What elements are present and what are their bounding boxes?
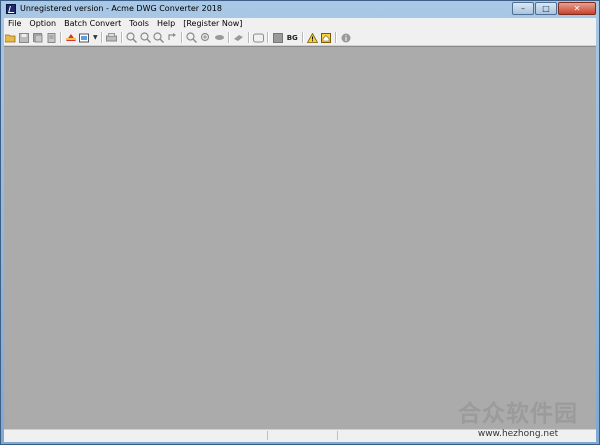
toolbar-separator [120,32,123,43]
status-pane [267,431,338,440]
window-title: Unregistered version - Acme DWG Converte… [20,4,222,13]
menu-tools[interactable]: Tools [125,18,153,30]
zoom-extents-icon[interactable] [186,32,198,44]
pan-icon[interactable] [200,32,212,44]
menu-help[interactable]: Help [153,18,179,30]
drawing-canvas[interactable] [4,46,596,429]
toolbar-separator [334,32,337,43]
open-folder-icon[interactable] [5,32,17,44]
toolbar-separator [60,32,63,43]
toolbar-separator [247,32,250,43]
zoom-previous-icon[interactable] [166,32,178,44]
watermark: 合众软件园 www.hezhong.net [458,394,578,439]
watermark-url: www.hezhong.net [477,429,559,439]
zoom-out-icon[interactable] [139,32,151,44]
warning-icon[interactable] [307,32,319,44]
background-icon[interactable] [272,32,284,44]
toolbar: ▼ BG [4,30,596,46]
rotate-icon[interactable] [213,32,225,44]
toolbar-separator [181,32,184,43]
save-icon[interactable] [18,32,30,44]
toolbar-separator [101,32,104,43]
watermark-text: 合众软件园 [458,401,578,427]
menu-bar: File Option Batch Convert Tools Help [Re… [4,18,596,30]
menu-file[interactable]: File [4,18,25,30]
convert-icon[interactable] [65,32,77,44]
layers-icon[interactable] [79,32,91,44]
menu-batch-convert[interactable]: Batch Convert [60,18,125,30]
app-window: Unregistered version - Acme DWG Converte… [0,0,600,445]
chevron-down-icon[interactable]: ▼ [92,32,98,44]
title-bar[interactable]: Unregistered version - Acme DWG Converte… [1,1,599,18]
print-icon[interactable] [106,32,118,44]
background-toggle-button[interactable]: BG [285,34,300,42]
status-pane [337,431,438,440]
maximize-button[interactable]: □ [535,2,557,15]
toolbar-separator [227,32,230,43]
zoom-in-icon[interactable] [126,32,138,44]
app-logo-icon[interactable] [6,4,16,14]
toolbar-separator [267,32,270,43]
layout-icon[interactable] [252,32,264,44]
home-icon[interactable] [320,32,332,44]
toolbar-separator [301,32,304,43]
window-controls: – □ ✕ [512,2,596,15]
menu-register-now[interactable]: [Register Now] [179,18,246,30]
save-as-icon[interactable] [32,32,44,44]
layer-icon[interactable] [233,32,245,44]
menu-option[interactable]: Option [25,18,60,30]
zoom-window-icon[interactable] [153,32,165,44]
print-preview-icon[interactable] [46,32,58,44]
close-button[interactable]: ✕ [558,2,596,15]
info-icon[interactable] [340,32,352,44]
minimize-button[interactable]: – [512,2,534,15]
